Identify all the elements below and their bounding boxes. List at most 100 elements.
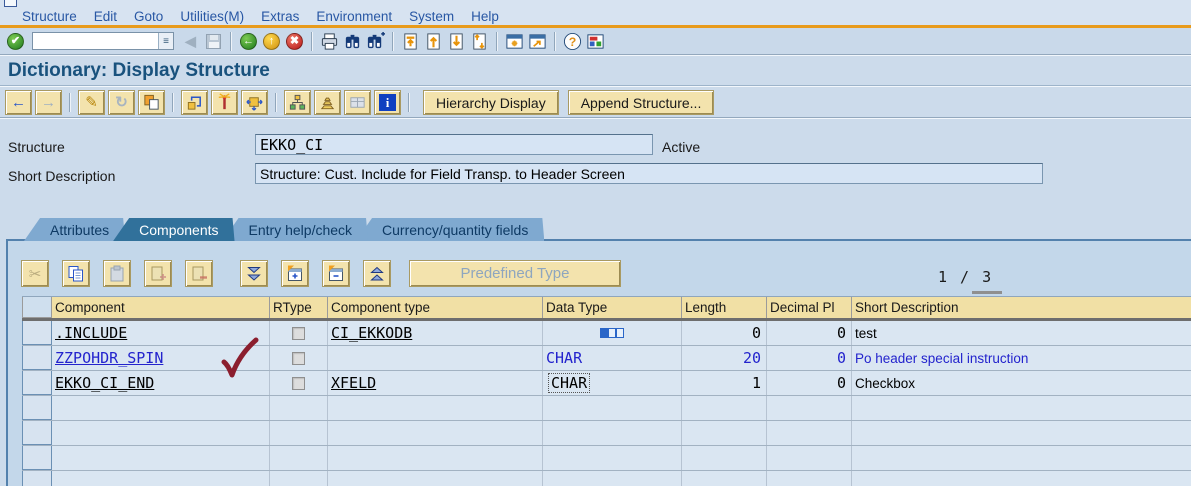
cell-empty — [852, 421, 1191, 445]
move-top-button[interactable] — [363, 260, 391, 287]
find-button[interactable] — [342, 31, 363, 52]
print-button[interactable] — [319, 31, 340, 52]
menu-item-environment[interactable]: Environment — [316, 9, 392, 24]
stack-button[interactable] — [314, 90, 341, 115]
tab-attributes[interactable]: Attributes — [24, 218, 125, 241]
first-page-button[interactable] — [400, 31, 421, 52]
table-header-row: Component RType Component type Data Type… — [22, 296, 1191, 321]
table-view-icon — [350, 97, 365, 108]
rtype-checkbox[interactable] — [292, 376, 305, 390]
toolbar-separator — [496, 31, 498, 51]
back-icon: ← — [240, 32, 257, 50]
menu-item-help[interactable]: Help — [471, 9, 499, 24]
collapse-icon — [329, 265, 343, 281]
menu-item-system[interactable]: System — [409, 9, 454, 24]
next-page-button[interactable] — [446, 31, 467, 52]
help-button[interactable]: ? — [562, 31, 583, 52]
tab-currency-quantity-fields[interactable]: Currency/quantity fields — [356, 218, 544, 241]
row-selector[interactable] — [22, 421, 52, 445]
rtype-checkbox[interactable] — [292, 326, 305, 340]
cell-component-type[interactable]: CI_EKKODB — [328, 321, 543, 345]
focused-cell-value[interactable]: CHAR — [548, 373, 591, 393]
exit-icon: ↑ — [263, 32, 280, 50]
structure-input[interactable]: EKKO_CI — [255, 134, 653, 155]
select-all-header[interactable] — [22, 297, 52, 318]
nav-back-button[interactable]: ← — [5, 90, 32, 115]
tab-components[interactable]: Components — [113, 218, 234, 241]
title-bar: Dictionary: Display Structure — [0, 57, 1191, 86]
copy-button[interactable] — [138, 90, 165, 115]
scroll-position-bar[interactable] — [972, 291, 1002, 294]
header-component-type[interactable]: Component type — [328, 297, 543, 318]
header-length[interactable]: Length — [682, 297, 767, 318]
display-change-button[interactable]: ✎ — [78, 90, 105, 115]
header-component[interactable]: Component — [52, 297, 270, 318]
enter-button[interactable]: ✔ — [5, 31, 26, 52]
last-page-button[interactable] — [469, 31, 490, 52]
append-structure-button[interactable]: Append Structure... — [567, 90, 715, 115]
hierarchy-display-button[interactable]: Hierarchy Display — [423, 90, 559, 115]
cell-empty — [767, 446, 852, 470]
new-session-button[interactable] — [504, 31, 525, 52]
row-selector[interactable] — [22, 321, 52, 345]
cancel-button[interactable]: ✖ — [284, 31, 305, 52]
menu-item-extras[interactable]: Extras — [261, 9, 299, 24]
refresh-icon: ↻ — [115, 94, 128, 111]
stack-icon — [320, 97, 335, 110]
menu-item-goto[interactable]: Goto — [134, 9, 163, 24]
save-button — [203, 31, 224, 52]
cell-component-type[interactable]: XFELD — [328, 371, 543, 395]
header-decimal-pl[interactable]: Decimal Pl — [767, 297, 852, 318]
table-row-empty — [22, 421, 1191, 446]
customize-layout-button[interactable] — [585, 31, 606, 52]
switch-edit-button[interactable] — [181, 90, 208, 115]
cell-empty — [682, 471, 767, 486]
row-selector[interactable] — [22, 371, 52, 395]
display-change-icon: ✎ — [85, 94, 98, 111]
menu-item-utilities[interactable]: Utilities(M) — [180, 9, 244, 24]
activate-icon — [218, 93, 231, 110]
row-selector[interactable] — [22, 471, 52, 486]
command-dropdown-icon[interactable]: ≡ — [158, 33, 173, 49]
hierarchy-button[interactable] — [284, 90, 311, 115]
documentation-button[interactable]: i — [374, 90, 401, 115]
menu-item-edit[interactable]: Edit — [94, 9, 117, 24]
command-input[interactable]: ≡ — [32, 32, 174, 50]
menu-bar: Structure Edit Goto Utilities(M) Extras … — [0, 8, 1191, 25]
activate-button[interactable] — [211, 90, 238, 115]
copy-rows-button[interactable] — [62, 260, 90, 287]
page-title: Dictionary: Display Structure — [8, 60, 270, 81]
previous-page-button[interactable] — [423, 31, 444, 52]
header-data-type[interactable]: Data Type — [543, 297, 682, 318]
find-next-button[interactable] — [365, 31, 386, 52]
collapse-button[interactable] — [322, 260, 350, 287]
predefined-type-button[interactable]: Predefined Type — [409, 260, 621, 287]
cell-empty — [852, 446, 1191, 470]
table-row-empty — [22, 446, 1191, 471]
expand-button[interactable] — [281, 260, 309, 287]
header-short-description[interactable]: Short Description — [852, 297, 1191, 318]
menu-item-structure[interactable]: Structure — [22, 9, 77, 24]
svg-text:?: ? — [569, 34, 577, 48]
row-selector[interactable] — [22, 446, 52, 470]
toolbar-separator — [230, 31, 232, 51]
cell-component-type[interactable] — [328, 346, 543, 370]
tab-entry-help-check[interactable]: Entry help/check — [223, 218, 369, 241]
select-block-button[interactable] — [240, 260, 268, 287]
create-shortcut-button[interactable] — [527, 31, 548, 52]
cell-empty — [852, 471, 1191, 486]
components-tab-panel: ✂ Predefined Type 1 / 3 Component RType … — [6, 239, 1191, 486]
cell-data-type[interactable]: CHAR — [543, 371, 682, 395]
row-position-indicator: 1 / 3 — [938, 268, 994, 286]
short-description-input[interactable]: Structure: Cust. Include for Field Trans… — [255, 163, 1043, 184]
find-icon — [345, 34, 360, 48]
cell-data-type[interactable]: CHAR — [543, 346, 682, 370]
row-selector[interactable] — [22, 346, 52, 370]
exit-button[interactable]: ↑ — [261, 31, 282, 52]
row-selector[interactable] — [22, 396, 52, 420]
header-rtype[interactable]: RType — [270, 297, 328, 318]
rtype-checkbox[interactable] — [292, 351, 305, 365]
back-button[interactable]: ← — [238, 31, 259, 52]
where-used-button[interactable] — [241, 90, 268, 115]
nav-back-icon: ← — [11, 94, 26, 111]
